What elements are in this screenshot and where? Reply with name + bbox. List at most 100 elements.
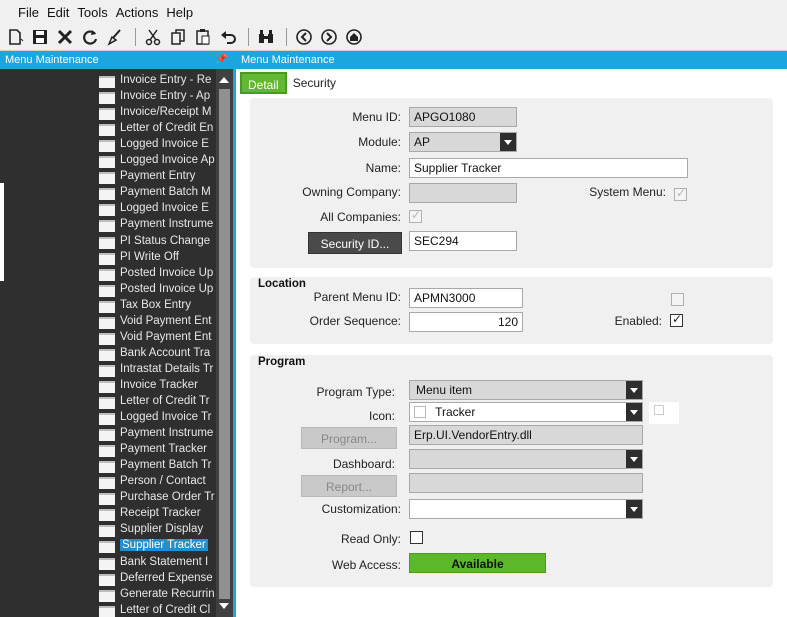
folder-icon [99, 443, 115, 458]
tree-item[interactable]: Posted Invoice Up [99, 265, 216, 281]
paste-icon[interactable] [192, 26, 214, 48]
tree-item[interactable]: Bank Account Tra [99, 345, 216, 361]
folder-icon [99, 283, 115, 297]
scroll-up-icon[interactable] [219, 77, 229, 83]
find-icon[interactable] [255, 26, 277, 48]
tree-item[interactable]: Payment Batch Tr [99, 457, 216, 474]
tree-item[interactable]: Intrastat Details Tr [99, 361, 216, 377]
menu-tools[interactable]: Tools [73, 5, 111, 20]
menu-id-field[interactable]: APGO1080 [409, 107, 517, 127]
tree-item[interactable]: Logged Invoice Tr [99, 409, 216, 426]
menu-actions[interactable]: Actions [112, 5, 163, 20]
tree-item[interactable]: Posted Invoice Up [99, 281, 216, 297]
enabled-checkbox[interactable]: ✓ [670, 312, 683, 327]
location-checkbox[interactable] [671, 293, 684, 306]
tree-item-label: PI Write Off [120, 250, 180, 263]
tree-item-label: Invoice Entry - Ap [120, 90, 211, 103]
refresh-icon[interactable] [79, 26, 101, 48]
parent-menu-id-field[interactable]: APMN3000 [409, 288, 523, 308]
pin-icon[interactable]: 📌 [216, 51, 228, 69]
tree-item[interactable]: Letter of Credit Cl [99, 602, 216, 617]
program-title: Program [258, 356, 306, 368]
tree-item[interactable]: Receipt Tracker [99, 505, 216, 522]
tree-item[interactable]: Tax Box Entry [99, 297, 216, 313]
tree-item[interactable]: Supplier Display [99, 521, 216, 538]
security-id-field[interactable]: SEC294 [409, 231, 517, 251]
chevron-down-icon[interactable] [500, 133, 516, 151]
tree-item[interactable]: Logged Invoice Ap [99, 152, 216, 169]
tab-strip: Detail Security [240, 72, 342, 96]
scroll-down-icon[interactable] [219, 603, 229, 609]
new-icon[interactable] [4, 26, 26, 48]
delete-icon[interactable] [54, 26, 76, 48]
folder-icon [99, 90, 115, 105]
read-only-checkbox[interactable] [410, 531, 423, 544]
program-type-dropdown[interactable]: Menu item [409, 380, 643, 400]
chevron-down-icon[interactable] [626, 450, 642, 468]
copy-icon[interactable] [167, 26, 189, 48]
tree-item[interactable]: Void Payment Ent [99, 329, 216, 345]
owning-company-field[interactable] [409, 183, 517, 203]
security-id-button[interactable]: Security ID... [308, 232, 402, 254]
forward-icon[interactable] [318, 26, 340, 48]
customization-dropdown[interactable] [409, 499, 643, 519]
tree-item[interactable]: Invoice/Receipt M [99, 104, 216, 121]
program-field[interactable]: Erp.UI.VendorEntry.dll [409, 425, 643, 445]
name-field[interactable]: Supplier Tracker [409, 158, 688, 178]
tree-item[interactable]: Letter of Credit En [99, 120, 216, 137]
module-dropdown[interactable]: AP [409, 132, 517, 152]
tree-item[interactable]: Invoice Tracker [99, 377, 216, 393]
menu-file[interactable]: File [14, 5, 43, 20]
tree-item[interactable]: Invoice Entry - Ap [99, 88, 216, 105]
tree-item-label: Intrastat Details Tr [120, 362, 214, 375]
tab-security[interactable]: Security [287, 72, 342, 94]
tree-item[interactable]: Logged Invoice E [99, 200, 216, 217]
tree-item[interactable]: Payment Entry [99, 168, 216, 185]
folder-icon [99, 395, 115, 409]
menu-edit[interactable]: Edit [43, 5, 73, 20]
report-field[interactable] [409, 473, 643, 493]
tree-item[interactable]: Void Payment Ent [99, 313, 216, 329]
tree-item[interactable]: Person / Contact [99, 473, 216, 490]
tree-item[interactable]: PI Status Change [99, 233, 216, 249]
tree-item[interactable]: Invoice Entry - Re [99, 72, 216, 88]
icon-dropdown[interactable]: Tracker [409, 402, 643, 422]
dashboard-label: Dashboard: [332, 457, 395, 471]
report-button[interactable]: Report... [301, 475, 397, 497]
chevron-down-icon[interactable] [626, 500, 642, 518]
tree-scrollbar[interactable] [216, 69, 233, 617]
tree-item[interactable]: Supplier Tracker [99, 537, 216, 554]
dashboard-dropdown[interactable] [409, 449, 643, 469]
tree-item[interactable]: Purchase Order Tr [99, 489, 216, 506]
chevron-down-icon[interactable] [626, 381, 642, 399]
web-access-badge: Available [409, 553, 546, 573]
folder-icon [99, 74, 115, 88]
tree-item[interactable]: Logged Invoice E [99, 136, 216, 153]
tree-item-label: Void Payment Ent [120, 330, 212, 343]
tree-item[interactable]: Bank Statement I [99, 554, 216, 570]
tree-item[interactable]: Payment Tracker [99, 441, 216, 458]
system-menu-checkbox[interactable]: ✓ [674, 186, 687, 201]
save-icon[interactable] [29, 26, 51, 48]
tree-item[interactable]: Generate Recurrin [99, 586, 216, 602]
icon-preview [649, 402, 679, 424]
back-icon[interactable] [293, 26, 315, 48]
tree-item[interactable]: PI Write Off [99, 249, 216, 265]
tab-detail[interactable]: Detail [240, 72, 287, 94]
program-button[interactable]: Program... [301, 427, 397, 449]
tree-item[interactable]: Payment Batch M [99, 184, 216, 201]
tree-item[interactable]: Deferred Expense [99, 570, 216, 586]
order-sequence-field[interactable]: 120 [409, 312, 523, 332]
undo-icon[interactable] [217, 26, 239, 48]
tree-item[interactable]: Payment Instrume [99, 425, 216, 442]
web-access-label: Web Access: [331, 558, 401, 572]
chevron-down-icon[interactable] [626, 403, 642, 421]
cut-icon[interactable] [142, 26, 164, 48]
tree-item[interactable]: Payment Instrume [99, 216, 216, 233]
menu-help[interactable]: Help [162, 5, 197, 20]
scroll-thumb[interactable] [219, 89, 230, 599]
clear-icon[interactable] [104, 26, 126, 48]
all-companies-checkbox[interactable]: ✓ [409, 208, 422, 223]
home-icon[interactable] [343, 26, 365, 48]
tree-item[interactable]: Letter of Credit Tr [99, 393, 216, 409]
